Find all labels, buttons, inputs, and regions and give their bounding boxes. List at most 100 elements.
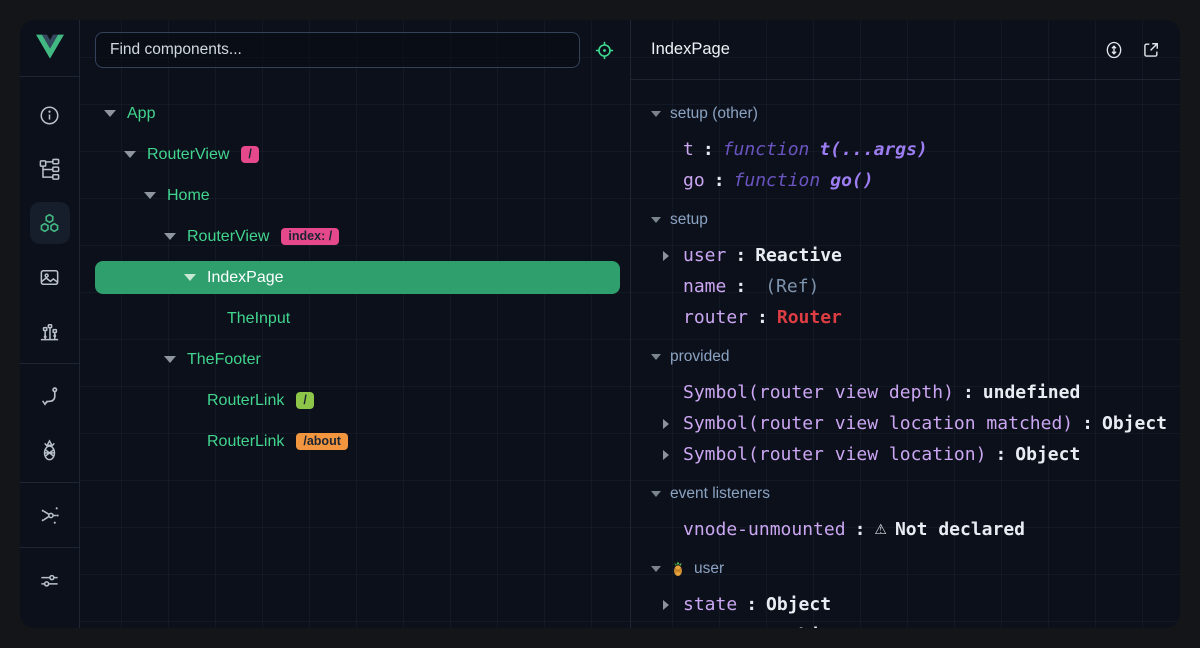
component-name: RouterView xyxy=(187,228,269,246)
expand-icon[interactable] xyxy=(663,419,683,429)
tree-item-routerview[interactable]: RouterView/ xyxy=(95,138,620,171)
colon: : xyxy=(703,139,714,160)
section-header[interactable]: user xyxy=(651,558,1180,580)
vue-logo[interactable] xyxy=(20,20,79,77)
open-in-editor-icon[interactable] xyxy=(1140,39,1162,61)
inspector-section: setup user: Reactive name: (Ref) router:Route… xyxy=(651,209,1180,333)
state-value: Not declared xyxy=(895,519,1025,540)
state-value: undefined xyxy=(983,382,1081,403)
colon: : xyxy=(995,444,1006,465)
section-header[interactable]: setup xyxy=(651,209,1180,231)
function-keyword: function xyxy=(723,139,810,160)
sidebar xyxy=(20,20,80,628)
tree-item-theinput[interactable]: TheInput xyxy=(95,302,620,335)
state-value: Object xyxy=(1015,444,1080,465)
section-header[interactable]: event listeners xyxy=(651,483,1180,505)
expand-icon[interactable] xyxy=(161,356,187,363)
devtools-window: AppRouterView/HomeRouterViewindex: /Inde… xyxy=(20,20,1180,628)
components-panel: AppRouterView/HomeRouterViewindex: /Inde… xyxy=(80,20,630,628)
section-header[interactable]: provided xyxy=(651,346,1180,368)
colon: : xyxy=(963,382,974,403)
inspector-title: IndexPage xyxy=(651,40,730,59)
colon: : xyxy=(768,625,779,628)
state-key: go xyxy=(683,170,705,191)
state-entry: go:functiongo() xyxy=(651,165,1180,196)
select-component-target-icon[interactable] xyxy=(592,38,616,62)
state-entry[interactable]: user: Reactive xyxy=(651,240,1180,271)
state-entry[interactable]: getters: Object xyxy=(651,620,1180,628)
function-signature: t(...args) xyxy=(819,139,927,160)
route-badge: /about xyxy=(296,433,348,451)
sidebar-divider xyxy=(20,547,79,548)
state-entry: Symbol(router view depth): undefined xyxy=(651,377,1180,408)
expand-icon[interactable] xyxy=(101,110,127,117)
component-name: TheFooter xyxy=(187,351,261,369)
state-key: name xyxy=(683,276,726,297)
inspector-section: setup (other)t:functiont(...args)go:func… xyxy=(651,103,1180,196)
components-icon[interactable] xyxy=(30,196,70,250)
chevron-right-icon xyxy=(663,251,669,261)
state-value: Object xyxy=(788,625,853,628)
route-badge: / xyxy=(241,146,258,164)
chevron-down-icon xyxy=(164,233,176,240)
state-key: state xyxy=(683,594,737,615)
settings-icon[interactable] xyxy=(30,553,70,607)
section-header[interactable]: setup (other) xyxy=(651,103,1180,125)
expand-icon[interactable] xyxy=(141,192,167,199)
state-key: getters xyxy=(683,625,759,628)
chevron-right-icon xyxy=(663,419,669,429)
tree-item-home[interactable]: Home xyxy=(95,179,620,212)
expand-icon[interactable] xyxy=(663,251,683,261)
route-badge: / xyxy=(296,392,313,410)
info-icon[interactable] xyxy=(30,88,70,142)
state-entry: name: (Ref) xyxy=(651,271,1180,302)
state-key: router xyxy=(683,307,748,328)
state-value: (Ref) xyxy=(765,276,819,297)
chevron-down-icon xyxy=(651,354,661,360)
scroll-to-component-icon[interactable] xyxy=(1103,39,1125,61)
section-label: setup (other) xyxy=(670,105,758,123)
state-entry: t:functiont(...args) xyxy=(651,134,1180,165)
state-entry: router:Router xyxy=(651,302,1180,333)
chevron-down-icon xyxy=(124,151,136,158)
expand-icon[interactable] xyxy=(161,233,187,240)
expand-icon[interactable] xyxy=(121,151,147,158)
inspector-body: setup (other)t:functiont(...args)go:func… xyxy=(631,80,1180,628)
sidebar-divider xyxy=(20,482,79,483)
graph-icon[interactable] xyxy=(30,488,70,542)
expand-icon[interactable] xyxy=(663,450,683,460)
colon: : xyxy=(735,276,746,297)
state-key: vnode-unmounted xyxy=(683,519,846,540)
section-label: setup xyxy=(670,211,708,229)
tree-item-app[interactable]: App xyxy=(95,97,620,130)
tree-item-routerview[interactable]: RouterViewindex: / xyxy=(95,220,620,253)
colon: : xyxy=(757,307,768,328)
component-name: IndexPage xyxy=(207,269,284,287)
tree-item-routerlink[interactable]: RouterLink/about xyxy=(95,425,620,458)
state-entry[interactable]: state:Object xyxy=(651,589,1180,620)
section-label: provided xyxy=(670,348,729,366)
section-label: event listeners xyxy=(670,485,770,503)
component-tree-icon[interactable] xyxy=(30,142,70,196)
function-signature: go() xyxy=(830,170,873,191)
pinia-store-icon xyxy=(670,561,686,577)
colon: : xyxy=(746,594,757,615)
state-entry[interactable]: Symbol(router view location matched):Obj… xyxy=(651,408,1180,439)
state-key: Symbol(router view depth) xyxy=(683,382,954,403)
state-value: Reactive xyxy=(755,245,842,266)
tree-item-indexpage[interactable]: IndexPage xyxy=(95,261,620,294)
timeline-icon[interactable] xyxy=(30,304,70,358)
state-key: user xyxy=(683,245,726,266)
inspector-section: provided Symbol(router view depth): undefi… xyxy=(651,346,1180,470)
expand-icon[interactable] xyxy=(181,274,207,281)
pinia-icon[interactable] xyxy=(30,423,70,477)
state-entry[interactable]: Symbol(router view location):Object xyxy=(651,439,1180,470)
tree-item-thefooter[interactable]: TheFooter xyxy=(95,343,620,376)
chevron-down-icon xyxy=(184,274,196,281)
tree-item-routerlink[interactable]: RouterLink/ xyxy=(95,384,620,417)
search-input[interactable] xyxy=(95,32,580,68)
router-icon[interactable] xyxy=(30,369,70,423)
expand-icon[interactable] xyxy=(663,600,683,610)
assets-icon[interactable] xyxy=(30,250,70,304)
colon: : xyxy=(735,245,746,266)
